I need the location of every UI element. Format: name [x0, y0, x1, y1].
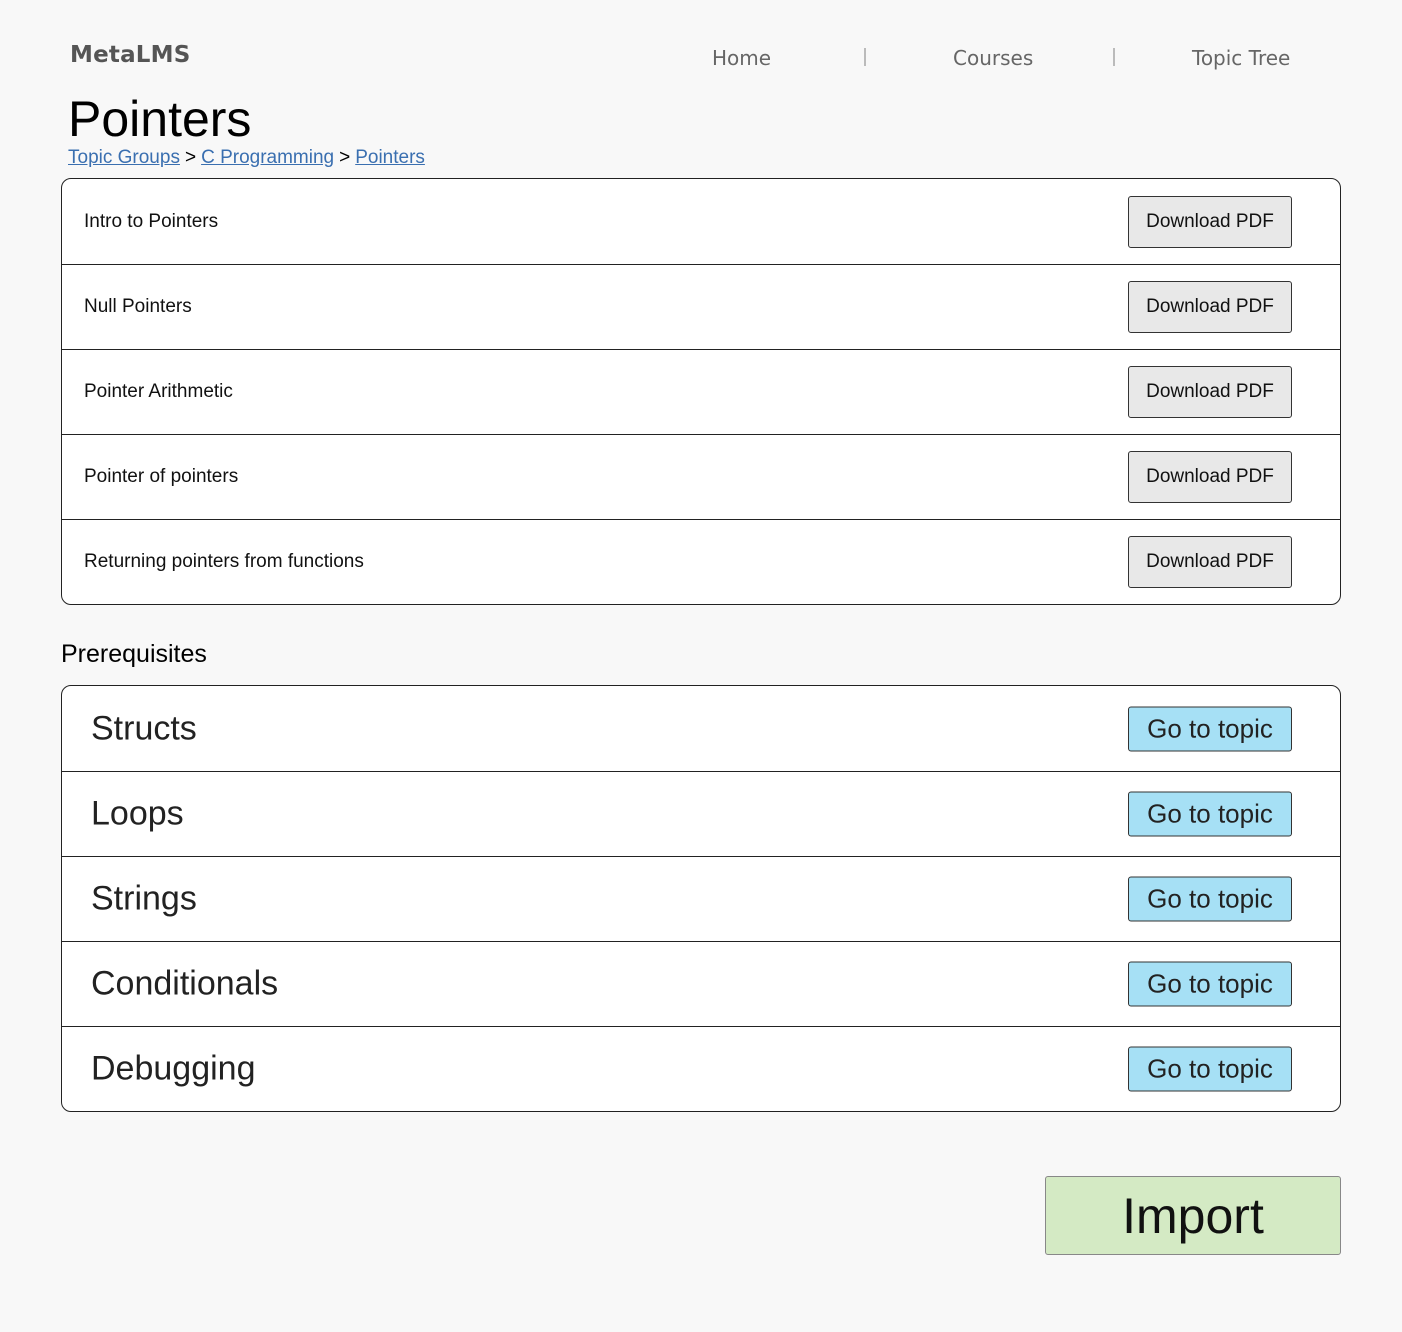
prerequisite-title: Debugging [91, 1049, 256, 1088]
lesson-title: Null Pointers [84, 296, 192, 317]
breadcrumb-topic-groups[interactable]: Topic Groups [68, 147, 180, 168]
top-nav: Home Courses Topic Tree [0, 46, 1402, 74]
go-to-topic-button[interactable]: Go to topic [1128, 961, 1292, 1007]
prerequisite-title: Strings [91, 879, 197, 918]
breadcrumb-c-programming[interactable]: C Programming [201, 147, 334, 168]
download-pdf-button[interactable]: Download PDF [1128, 451, 1292, 503]
breadcrumb: Topic Groups > C Programming > Pointers [68, 147, 425, 169]
go-to-topic-button[interactable]: Go to topic [1128, 706, 1292, 751]
prerequisite-title: Loops [91, 794, 184, 833]
nav-divider [864, 48, 866, 66]
breadcrumb-separator: > [339, 147, 351, 168]
go-to-topic-button[interactable]: Go to topic [1128, 791, 1292, 837]
prerequisite-row: Structs Go to topic [62, 686, 1340, 771]
prerequisite-row: Conditionals Go to topic [62, 941, 1340, 1026]
lesson-title: Returning pointers from functions [84, 551, 364, 572]
prerequisite-title: Conditionals [91, 964, 279, 1003]
nav-divider [1113, 48, 1115, 66]
lesson-row: Intro to Pointers Download PDF [62, 179, 1340, 264]
prerequisites-list: Structs Go to topic Loops Go to topic St… [61, 685, 1341, 1112]
go-to-topic-button[interactable]: Go to topic [1128, 1046, 1292, 1092]
go-to-topic-button[interactable]: Go to topic [1128, 876, 1292, 922]
prerequisite-row: Debugging Go to topic [62, 1026, 1340, 1111]
lesson-row: Pointer Arithmetic Download PDF [62, 349, 1340, 434]
nav-topic-tree[interactable]: Topic Tree [1192, 46, 1290, 70]
download-pdf-button[interactable]: Download PDF [1128, 536, 1292, 588]
breadcrumb-separator: > [184, 147, 197, 168]
import-button[interactable]: Import [1045, 1176, 1341, 1255]
download-pdf-button[interactable]: Download PDF [1128, 281, 1292, 333]
lesson-title: Intro to Pointers [84, 210, 219, 232]
lesson-title: Pointer of pointers [84, 466, 239, 487]
lesson-title: Pointer Arithmetic [84, 381, 233, 402]
breadcrumb-pointers[interactable]: Pointers [355, 147, 425, 168]
lesson-row: Null Pointers Download PDF [62, 264, 1340, 349]
prerequisites-heading: Prerequisites [61, 640, 207, 668]
page-title: Pointers [68, 91, 252, 147]
download-pdf-button[interactable]: Download PDF [1128, 195, 1292, 248]
nav-home[interactable]: Home [712, 46, 771, 70]
prerequisite-row: Strings Go to topic [62, 856, 1340, 941]
nav-courses[interactable]: Courses [953, 46, 1033, 70]
lessons-list: Intro to Pointers Download PDF Null Poin… [61, 178, 1341, 605]
prerequisite-row: Loops Go to topic [62, 771, 1340, 856]
lesson-row: Pointer of pointers Download PDF [62, 434, 1340, 519]
lesson-row: Returning pointers from functions Downlo… [62, 519, 1340, 604]
prerequisite-title: Structs [91, 709, 197, 747]
download-pdf-button[interactable]: Download PDF [1128, 366, 1292, 418]
